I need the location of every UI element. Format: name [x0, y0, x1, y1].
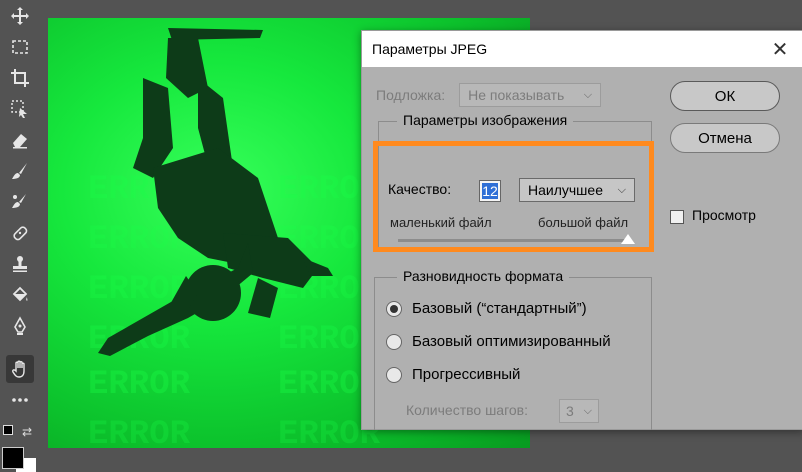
dialog-titlebar: Параметры JPEG ✕	[362, 31, 802, 67]
ok-button[interactable]: ОК	[670, 81, 780, 111]
tools-panel: ⇄	[0, 0, 40, 472]
jpeg-options-dialog: Параметры JPEG ✕ Подложка: Не показывать…	[361, 30, 802, 430]
matte-select[interactable]: Не показывать ⌵	[459, 83, 602, 107]
dialog-body: Подложка: Не показывать ⌵ Параметры изоб…	[362, 67, 802, 430]
object-selection-tool-icon[interactable]	[6, 95, 34, 123]
preview-label: Просмотр	[692, 207, 756, 223]
svg-text:ERROR: ERROR	[88, 416, 191, 448]
format-baseline-label: Базовый (“стандартный”)	[412, 300, 587, 317]
highlight-frame	[373, 141, 654, 252]
close-icon[interactable]: ✕	[767, 37, 793, 62]
scans-value: 3	[566, 403, 574, 419]
chevron-down-icon: ⌵	[583, 88, 593, 101]
svg-text:ERROR: ERROR	[88, 366, 191, 404]
foreground-color-swatch[interactable]	[2, 447, 24, 469]
format-baseline-optimized-label: Базовый оптимизированный	[412, 333, 611, 350]
scans-label: Количество шагов:	[406, 402, 529, 418]
chevron-down-icon: ⌵	[583, 404, 592, 417]
matte-value: Не показывать	[468, 87, 565, 103]
preview-checkbox[interactable]	[670, 210, 684, 224]
format-options-title: Разновидность формата	[397, 268, 570, 284]
matte-row: Подложка: Не показывать ⌵	[376, 83, 602, 107]
more-tools-icon[interactable]	[6, 386, 34, 414]
pen-tool-icon[interactable]	[6, 312, 34, 340]
marquee-tool-icon[interactable]	[6, 33, 34, 61]
crop-tool-icon[interactable]	[6, 64, 34, 92]
move-tool-icon[interactable]	[6, 2, 34, 30]
matte-label: Подложка:	[376, 87, 446, 103]
image-options-title: Параметры изображения	[397, 112, 574, 128]
swap-colors-icon[interactable]: ⇄	[22, 425, 32, 439]
format-baseline-optimized-radio[interactable]	[386, 334, 402, 350]
healing-brush-tool-icon[interactable]	[6, 219, 34, 247]
clone-stamp-brush-icon[interactable]	[6, 188, 34, 216]
brush-tool-icon[interactable]	[6, 157, 34, 185]
stamp-tool-icon[interactable]	[6, 250, 34, 278]
format-baseline-radio[interactable]	[386, 301, 402, 317]
hand-tool-icon[interactable]	[6, 355, 34, 383]
default-colors-icon[interactable]	[3, 425, 13, 435]
format-progressive-radio[interactable]	[386, 367, 402, 383]
paint-bucket-tool-icon[interactable]	[6, 281, 34, 309]
scans-select[interactable]: 3 ⌵	[559, 399, 599, 423]
cancel-button[interactable]: Отмена	[670, 123, 780, 153]
eraser-tool-icon[interactable]	[6, 126, 34, 154]
dialog-title: Параметры JPEG	[372, 41, 488, 57]
format-progressive-label: Прогрессивный	[412, 366, 521, 383]
